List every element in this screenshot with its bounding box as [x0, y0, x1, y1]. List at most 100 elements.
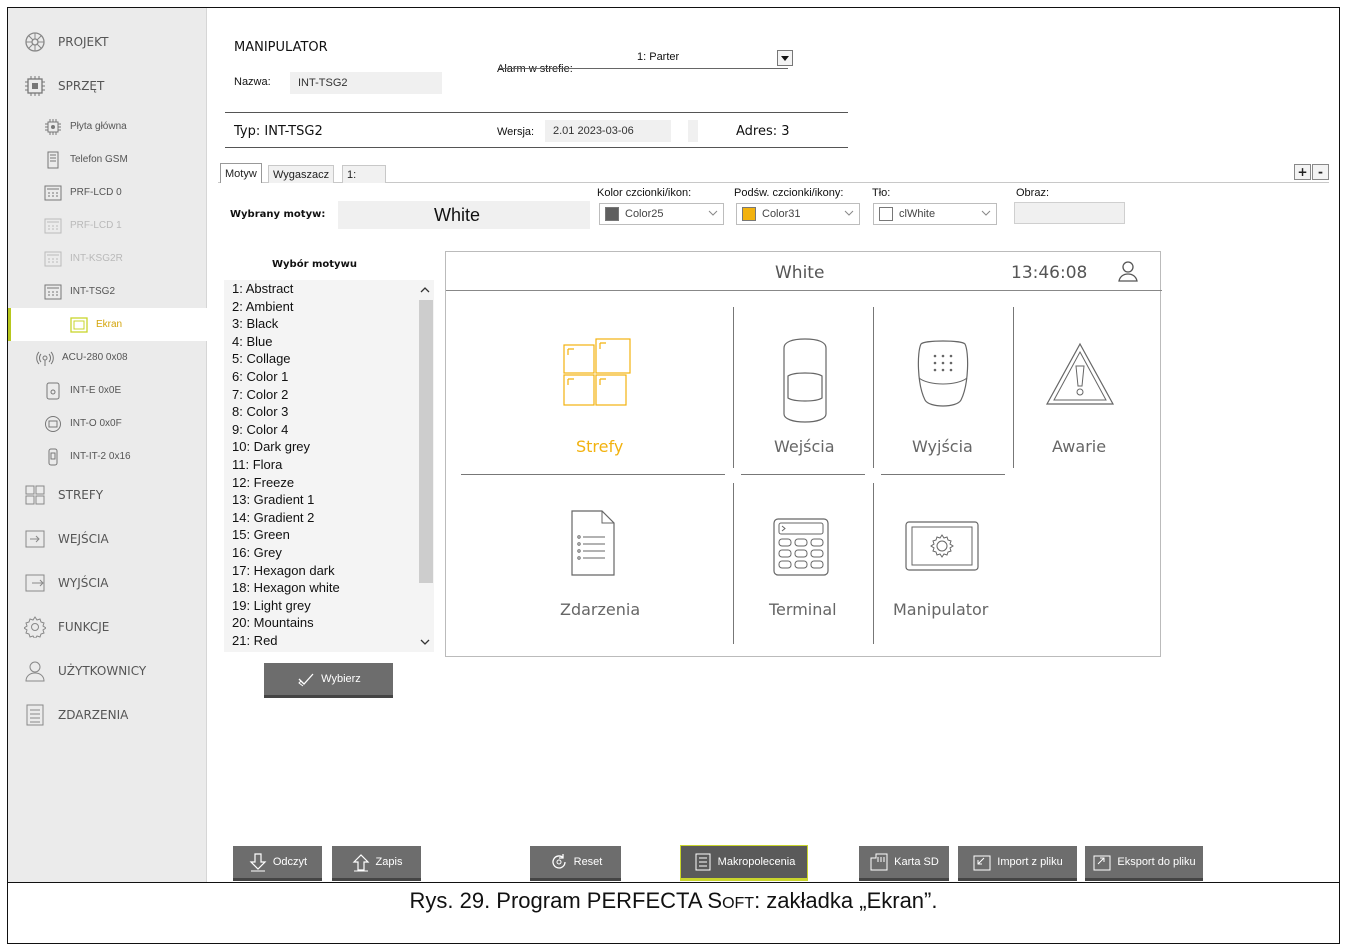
theme-list-item[interactable]: 16: Grey: [224, 544, 434, 562]
sidebar-item-funkcje[interactable]: FUNKCJE: [8, 605, 207, 649]
sd-card-button[interactable]: Karta SD: [859, 846, 949, 881]
name-field[interactable]: INT-TSG2: [290, 72, 442, 94]
sidebar-item-sprzet[interactable]: SPRZĘT: [8, 64, 207, 108]
tab-motyw[interactable]: Motyw: [220, 163, 262, 183]
add-tab-button[interactable]: +: [1294, 164, 1311, 180]
theme-list-item[interactable]: 4: Blue: [224, 333, 434, 351]
theme-list-item[interactable]: 17: Hexagon dark: [224, 562, 434, 580]
sidebar-item-projekt[interactable]: PROJEKT: [8, 20, 207, 64]
theme-list-item[interactable]: 1: Abstract: [224, 280, 434, 298]
sidebar-item-zdarzenia[interactable]: ZDARZENIA: [8, 693, 207, 737]
theme-list-item[interactable]: 7: Color 2: [224, 386, 434, 404]
color-swatch: [605, 207, 619, 221]
type-label: Typ: INT-TSG2: [234, 124, 323, 139]
export-button[interactable]: Eksport do pliku: [1085, 846, 1203, 881]
theme-list-item[interactable]: 14: Gradient 2: [224, 509, 434, 527]
theme-list-item[interactable]: 12: Freeze: [224, 474, 434, 492]
theme-list-item[interactable]: 8: Color 3: [224, 403, 434, 421]
gear-icon: [24, 616, 46, 638]
version-spinner[interactable]: [688, 120, 698, 142]
sidebar-item-int-tsg2[interactable]: INT-TSG2: [8, 275, 207, 308]
sidebar-item-int-o[interactable]: INT-O 0x0F: [8, 407, 207, 440]
choose-theme-label: Wybierz: [321, 673, 361, 685]
theme-list[interactable]: 1: Abstract 2: Ambient 3: Black 4: Blue 5: C…: [224, 280, 434, 652]
font-color-select[interactable]: Color25: [599, 203, 724, 225]
macros-button[interactable]: Makropolecenia: [680, 845, 808, 881]
sidebar-item-label: ZDARZENIA: [58, 708, 129, 722]
theme-list-item[interactable]: 6: Color 1: [224, 368, 434, 386]
checkmark-icon: [298, 673, 314, 687]
tile-wejscia-label[interactable]: Wejścia: [774, 437, 835, 456]
theme-list-item[interactable]: 21: Red: [224, 632, 434, 650]
theme-list-item[interactable]: 3: Black: [224, 315, 434, 333]
sidebar-item-int-e[interactable]: INT-E 0x0E: [8, 374, 207, 407]
theme-list-scrollbar[interactable]: [416, 280, 434, 652]
tile-zdarzenia-label[interactable]: Zdarzenia: [560, 600, 640, 619]
keypad-icon: [44, 250, 62, 268]
backlight-label: Podśw. czcionki/ikony:: [734, 187, 844, 199]
image-field[interactable]: [1014, 202, 1125, 224]
chevron-up-icon[interactable]: [420, 286, 430, 294]
theme-list-item[interactable]: 19: Light grey: [224, 597, 434, 615]
sidebar-item-ekran[interactable]: Ekran: [8, 308, 207, 341]
tile-awarie-label[interactable]: Awarie: [1052, 437, 1106, 456]
sidebar-item-wyjscia[interactable]: WYJŚCIA: [8, 561, 207, 605]
theme-list-item[interactable]: 20: Mountains: [224, 614, 434, 632]
theme-list-item[interactable]: 2: Ambient: [224, 298, 434, 316]
theme-list-item[interactable]: 9: Color 4: [224, 421, 434, 439]
tile-strefy-label[interactable]: Strefy: [576, 437, 623, 456]
theme-list-item[interactable]: 13: Gradient 1: [224, 491, 434, 509]
phone-icon: [44, 151, 62, 169]
write-button[interactable]: Zapis: [332, 846, 421, 881]
document-icon: [571, 510, 615, 576]
import-button[interactable]: Import z pliku: [958, 846, 1077, 881]
theme-list-item[interactable]: 22: W...: [224, 649, 434, 652]
backlight-select[interactable]: Color31: [736, 203, 860, 225]
sidebar-item-int-it-2[interactable]: INT-IT-2 0x16: [8, 440, 207, 473]
sidebar: PROJEKT SPRZĘT Płyta główna Telefon GSM …: [8, 8, 207, 882]
events-icon: [24, 704, 46, 726]
sidebar-item-label: ACU-280 0x08: [62, 352, 128, 363]
remove-tab-button[interactable]: -: [1312, 164, 1329, 180]
sidebar-item-plyta-glowna[interactable]: Płyta główna: [8, 110, 207, 143]
sidebar-item-label: SPRZĘT: [58, 79, 105, 93]
theme-list-item[interactable]: 10: Dark grey: [224, 438, 434, 456]
zones-icon: [563, 338, 631, 406]
tab-1[interactable]: 1:: [342, 165, 386, 183]
sidebar-item-label: INT-E 0x0E: [70, 385, 122, 396]
chevron-down-icon: [844, 210, 854, 216]
chevron-down-icon[interactable]: [420, 638, 430, 646]
sidebar-item-int-ksg2r[interactable]: INT-KSG2R: [8, 242, 207, 275]
export-label: Eksport do pliku: [1117, 856, 1196, 868]
read-button[interactable]: Odczyt: [233, 846, 322, 881]
user-icon: [24, 660, 46, 682]
tab-wygaszacz[interactable]: Wygaszacz: [268, 165, 335, 183]
sidebar-item-strefy[interactable]: STREFY: [8, 473, 207, 517]
sidebar-item-uzytkownicy[interactable]: UŻYTKOWNICY: [8, 649, 207, 693]
theme-list-item[interactable]: 11: Flora: [224, 456, 434, 474]
theme-list-item[interactable]: 18: Hexagon white: [224, 579, 434, 597]
sidebar-item-wejscia[interactable]: WEJŚCIA: [8, 517, 207, 561]
grid-divider: [881, 474, 1005, 475]
choose-theme-button[interactable]: Wybierz: [264, 663, 393, 698]
arrow-up-icon: [352, 854, 369, 872]
reset-button[interactable]: Reset: [530, 846, 621, 881]
sidebar-item-acu-280[interactable]: ACU-280 0x08: [8, 341, 207, 374]
tile-terminal-label[interactable]: Terminal: [769, 600, 837, 619]
tile-wyjscia-label[interactable]: Wyjścia: [912, 437, 973, 456]
sidebar-item-telefon-gsm[interactable]: Telefon GSM: [8, 143, 207, 176]
tile-manipulator-label[interactable]: Manipulator: [893, 600, 988, 619]
sidebar-item-label: Telefon GSM: [70, 154, 128, 165]
alarm-zone-value: 1: Parter: [637, 51, 680, 63]
sidebar-item-label: FUNKCJE: [58, 620, 110, 634]
sidebar-item-prf-lcd-0[interactable]: PRF-LCD 0: [8, 176, 207, 209]
theme-list-item[interactable]: 5: Collage: [224, 350, 434, 368]
scrollbar-thumb[interactable]: [419, 300, 433, 583]
theme-list-item[interactable]: 15: Green: [224, 526, 434, 544]
grid-divider: [873, 307, 874, 468]
alarm-zone-dropdown[interactable]: [777, 50, 793, 66]
backlight-value: Color31: [762, 208, 801, 220]
selected-theme-label: Wybrany motyw:: [230, 209, 326, 220]
background-select[interactable]: clWhite: [873, 203, 997, 225]
sidebar-item-prf-lcd-1[interactable]: PRF-LCD 1: [8, 209, 207, 242]
